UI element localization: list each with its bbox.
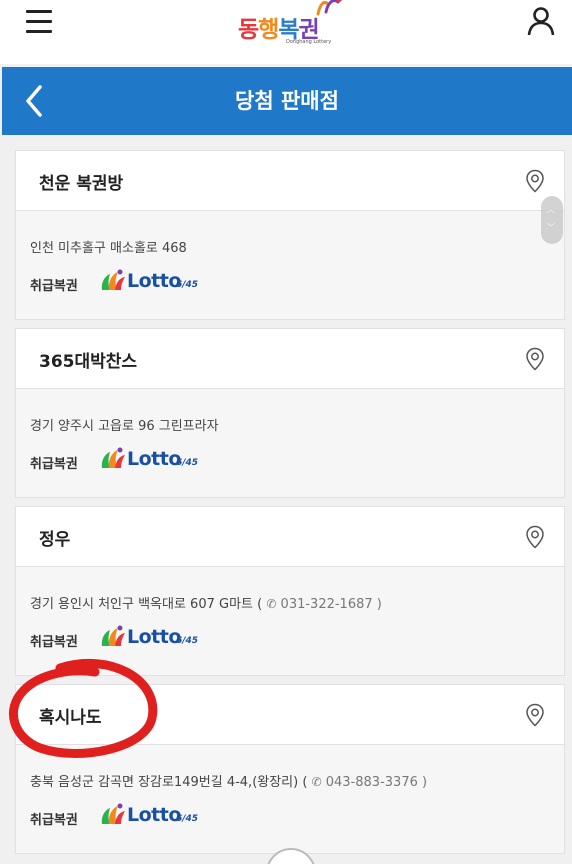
lotto-clover-icon — [101, 269, 125, 290]
lotto-logo: Lotto 6/45 — [99, 268, 209, 296]
store-card[interactable]: 365대박찬스 경기 양주시 고읍로 96 그린프라자 취급복권 Lotto 6… — [15, 328, 565, 498]
store-address-text: 인천 미추홀구 매소홀로 468 — [30, 241, 187, 256]
phone-icon[interactable]: ✆ — [312, 775, 322, 789]
app-logo[interactable]: 동행복권 Donghang Lottery — [238, 0, 348, 52]
lottery-type-label: 취급복권 — [30, 635, 78, 650]
store-address-text: 경기 양주시 고읍로 96 그린프라자 — [30, 419, 219, 434]
page-title-bar: 당첨 판매점 — [2, 67, 572, 135]
logo-char: 동 — [238, 17, 259, 43]
store-name: 정우 — [39, 530, 71, 550]
lotto-logo: Lotto 6/45 — [99, 446, 209, 474]
lottery-type-label: 취급복권 — [30, 457, 78, 472]
top-bar: 동행복권 Donghang Lottery — [0, 0, 572, 64]
store-name: 천운 복권방 — [39, 174, 124, 194]
lotto-number: 6/45 — [176, 458, 199, 468]
store-card-header[interactable]: 정우 — [16, 507, 564, 567]
store-card-header[interactable]: 천운 복권방 — [16, 151, 564, 211]
store-name: 혹시나도 — [39, 708, 102, 728]
map-pin-icon[interactable] — [525, 525, 545, 549]
phone-icon[interactable]: ✆ — [266, 597, 276, 611]
map-pin-icon[interactable] — [525, 703, 545, 727]
scrollbar-thumb[interactable]: ︿ ﹀ — [541, 196, 563, 244]
lotto-clover-icon — [101, 625, 125, 646]
store-card-header[interactable]: 혹시나도 — [16, 685, 564, 745]
store-phone[interactable]: 031-322-1687 ) — [281, 597, 382, 612]
lotto-logo: Lotto 6/45 — [99, 624, 209, 652]
hamburger-menu-icon[interactable] — [26, 10, 56, 36]
page-title: 당첨 판매점 — [235, 89, 339, 113]
lotto-number: 6/45 — [176, 280, 199, 290]
store-address-text: 충북 음성군 감곡면 장감로149번길 4-4,(왕장리) ( — [30, 775, 308, 790]
store-name: 365대박찬스 — [39, 352, 138, 372]
store-card[interactable]: 정우 경기 용인시 처인구 백옥대로 607 G마트 ( ✆ 031-322-1… — [15, 506, 565, 676]
lotto-logo: Lotto 6/45 — [99, 802, 209, 830]
store-card-header[interactable]: 365대박찬스 — [16, 329, 564, 389]
lotto-word: Lotto — [127, 448, 181, 470]
lotto-word: Lotto — [127, 626, 181, 648]
store-card[interactable]: 혹시나도 충북 음성군 감곡면 장감로149번길 4-4,(왕장리) ( ✆ 0… — [15, 684, 565, 854]
map-pin-icon[interactable] — [525, 169, 545, 193]
lotto-clover-icon — [101, 447, 125, 468]
lottery-type-label: 취급복권 — [30, 813, 78, 828]
lotto-word: Lotto — [127, 270, 181, 292]
lotto-word: Lotto — [127, 804, 181, 826]
logo-char: 행 — [258, 17, 279, 43]
chevron-up-icon: ︿ — [547, 205, 555, 214]
store-address: 충북 음성군 감곡면 장감로149번길 4-4,(왕장리) ( ✆ 043-88… — [30, 771, 427, 790]
map-pin-icon[interactable] — [525, 347, 545, 371]
store-card[interactable]: 천운 복권방 인천 미추홀구 매소홀로 468 취급복권 Lotto 6/45 — [15, 150, 565, 320]
store-list: 천운 복권방 인천 미추홀구 매소홀로 468 취급복권 Lotto 6/45 … — [15, 150, 565, 862]
store-address: 인천 미추홀구 매소홀로 468 — [30, 237, 187, 256]
user-icon[interactable] — [526, 6, 556, 36]
store-address: 경기 용인시 처인구 백옥대로 607 G마트 ( ✆ 031-322-1687… — [30, 593, 382, 612]
lotto-number: 6/45 — [176, 814, 199, 824]
lotto-clover-icon — [101, 803, 125, 824]
store-phone[interactable]: 043-883-3376 ) — [326, 775, 427, 790]
store-address: 경기 양주시 고읍로 96 그린프라자 — [30, 415, 219, 434]
logo-subtitle: Donghang Lottery — [286, 39, 332, 45]
lottery-type-label: 취급복권 — [30, 279, 78, 294]
store-address-text: 경기 용인시 처인구 백옥대로 607 G마트 ( — [30, 597, 263, 612]
lotto-number: 6/45 — [176, 636, 199, 646]
chevron-down-icon: ﹀ — [547, 223, 555, 232]
